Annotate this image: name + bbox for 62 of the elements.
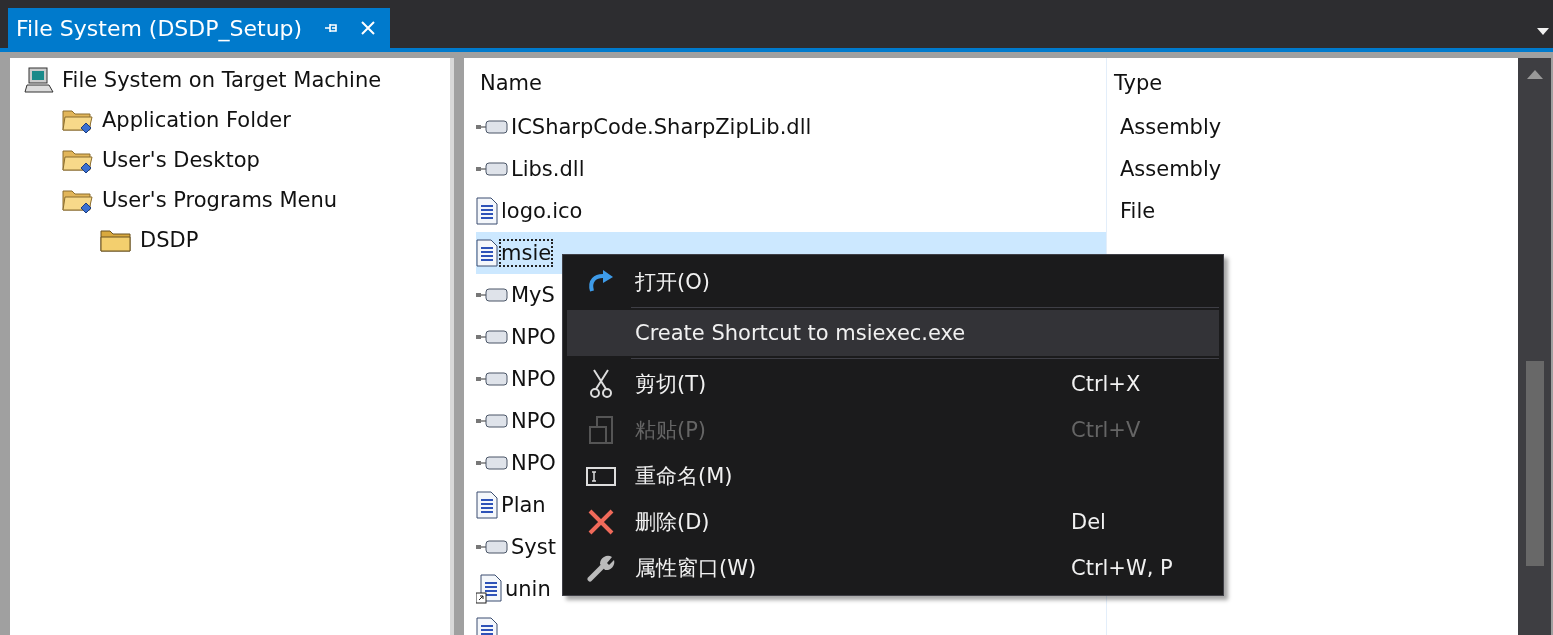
file-name[interactable]: Syst [511,535,556,559]
file-name[interactable]: NPO [511,325,556,349]
file-name[interactable]: Libs.dll [511,157,585,181]
scroll-thumb[interactable] [1525,361,1544,566]
file-name[interactable]: unin [505,577,551,601]
shortcut-text: Del [1071,510,1106,534]
shortcut-text: Ctrl+X [1071,372,1141,396]
tree-item[interactable]: User's Programs Menu [102,188,338,212]
delete-icon [587,508,615,536]
file-name[interactable]: NPO [511,409,556,433]
scissors-icon [589,369,613,399]
file-name[interactable]: Plan [501,493,546,517]
tree-item[interactable]: DSDP [140,228,199,252]
file-type: File [1120,199,1156,223]
folder-icon [62,187,94,213]
tree-item[interactable]: Application Folder [102,108,291,132]
file-name[interactable]: NPO [511,367,556,391]
document-tab[interactable]: File System (DSDP_Setup) [8,8,391,48]
assembly-icon [476,162,508,176]
assembly-icon [476,330,508,344]
rename-icon [586,466,616,486]
menu-item[interactable]: 删除(D) Del [567,499,1219,545]
assembly-icon [476,288,508,302]
assembly-icon [476,414,508,428]
dropdown-icon[interactable] [1537,28,1549,35]
shortcut-text: Ctrl+V [1071,418,1141,442]
folder-icon [62,107,94,133]
column-header[interactable]: Type [1110,71,1163,95]
menu-item[interactable]: 属性窗口(W) Ctrl+W, P [567,545,1219,591]
folder-icon [100,228,132,252]
assembly-icon [476,372,508,386]
assembly-icon [476,120,508,134]
scroll-up-icon[interactable] [1526,70,1543,79]
file-type: Assembly [1120,157,1222,181]
file-name[interactable]: logo.ico [501,199,583,223]
tree-item[interactable]: File System on Target Machine [62,68,382,92]
menu-item[interactable]: Create Shortcut to msiexec.exe [567,310,1219,356]
wrench-icon [587,554,615,582]
shortcut-document-icon [476,574,502,604]
assembly-icon [476,540,508,554]
paste-icon [589,416,613,444]
tree-item[interactable]: User's Desktop [102,148,260,172]
file-name[interactable]: MyS [511,283,555,307]
file-type: Assembly [1120,115,1222,139]
document-icon [476,239,498,267]
file-name[interactable]: ICSharpCode.SharpZipLib.dll [511,115,812,139]
document-icon [476,491,498,519]
scrollbar[interactable] [1518,58,1551,635]
close-icon[interactable] [360,20,377,36]
computer-icon [24,67,54,93]
column-header[interactable]: Name [476,62,1110,104]
tab-title: File System (DSDP_Setup) [16,15,303,41]
menu-item[interactable]: 打开(O) [567,259,1219,305]
document-icon [476,197,498,225]
file-name[interactable]: NPO [511,451,556,475]
assembly-icon [476,456,508,470]
file-name[interactable]: msie [501,241,552,265]
folder-icon [62,147,94,173]
shortcut-text: Ctrl+W, P [1071,556,1173,580]
menu-item[interactable]: 剪切(T) Ctrl+X [567,361,1219,407]
pin-icon [324,21,339,35]
menu-item[interactable]: 重命名(M) [567,453,1219,499]
